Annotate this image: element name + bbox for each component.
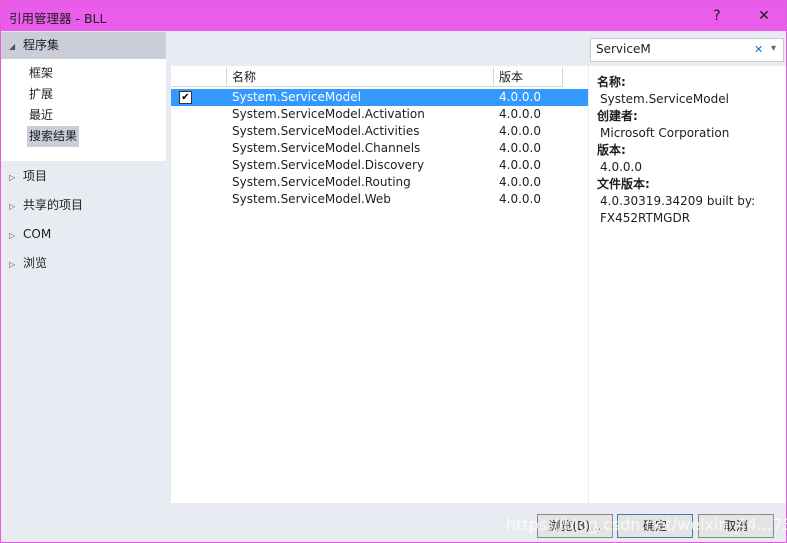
- assembly-name: System.ServiceModel.Activities: [232, 124, 420, 138]
- watermark: https://blog.csdn.net/weixin_44...733: [506, 515, 787, 534]
- table-row[interactable]: System.ServiceModel.Activation 4.0.0.0: [171, 106, 588, 123]
- assembly-version: 4.0.0.0: [499, 192, 541, 206]
- assembly-version: 4.0.0.0: [499, 141, 541, 155]
- detail-name-label: 名称:: [597, 75, 626, 89]
- details-panel: 名称: System.ServiceModel 创建者: Microsoft C…: [589, 66, 786, 503]
- checkbox[interactable]: [179, 123, 191, 135]
- sidebar-item-projects[interactable]: ▷ 项目: [1, 162, 166, 191]
- assembly-name: System.ServiceModel.Activation: [232, 107, 425, 121]
- header-name[interactable]: 名称: [227, 67, 494, 87]
- assembly-version: 4.0.0.0: [499, 90, 541, 104]
- close-button[interactable]: ✕: [753, 5, 775, 27]
- help-button[interactable]: ?: [706, 5, 728, 27]
- sidebar-item-search-results[interactable]: 搜索结果: [27, 126, 80, 147]
- chevron-down-icon[interactable]: ▾: [771, 43, 776, 54]
- table-row[interactable]: System.ServiceModel.Channels 4.0.0.0: [171, 140, 588, 157]
- assembly-table: 名称 版本 ✔ System.ServiceModel 4.0.0.0 System.…: [171, 66, 588, 503]
- table-row[interactable]: System.ServiceModel.Routing 4.0.0.0: [171, 174, 588, 191]
- header-version[interactable]: 版本: [494, 67, 563, 87]
- assembly-version: 4.0.0.0: [499, 124, 541, 138]
- table-row[interactable]: System.ServiceModel.Discovery 4.0.0.0: [171, 157, 588, 174]
- collapsed-triangle-icon: ▷: [9, 231, 16, 240]
- header-checkbox-column[interactable]: [171, 67, 227, 87]
- checkbox-checked[interactable]: ✔: [179, 91, 192, 104]
- assembly-name: System.ServiceModel: [232, 90, 361, 104]
- sidebar-group-assemblies[interactable]: ◢ 程序集: [1, 32, 166, 59]
- assembly-name: System.ServiceModel.Discovery: [232, 158, 425, 172]
- sidebar-item-recent[interactable]: 最近: [27, 105, 55, 126]
- checkbox[interactable]: [179, 140, 191, 152]
- checkbox[interactable]: [179, 157, 191, 169]
- expanded-triangle-icon: ◢: [9, 42, 16, 51]
- search-input[interactable]: ServiceM ✕ ▾: [590, 38, 784, 62]
- clear-search-icon[interactable]: ✕: [754, 43, 763, 56]
- category-label: 共享的项目: [23, 198, 84, 212]
- assembly-version: 4.0.0.0: [499, 175, 541, 189]
- collapsed-triangle-icon: ▷: [9, 202, 16, 211]
- detail-version-label: 版本:: [597, 143, 626, 157]
- checkbox[interactable]: [179, 174, 191, 186]
- detail-version: 4.0.0.0: [600, 160, 642, 174]
- detail-file-version-label: 文件版本:: [597, 177, 650, 191]
- category-label: COM: [23, 227, 52, 241]
- checkbox[interactable]: [179, 191, 191, 203]
- assembly-name: System.ServiceModel.Web: [232, 192, 391, 206]
- title-bar: 引用管理器 - BLL ? ✕: [1, 1, 786, 31]
- sidebar-item-extensions[interactable]: 扩展: [27, 84, 55, 105]
- table-row[interactable]: System.ServiceModel.Web 4.0.0.0: [171, 191, 588, 208]
- detail-creator-label: 创建者:: [597, 109, 638, 123]
- assembly-version: 4.0.0.0: [499, 107, 541, 121]
- sidebar-item-framework[interactable]: 框架: [27, 63, 55, 84]
- detail-name: System.ServiceModel: [600, 92, 729, 106]
- sidebar-item-com[interactable]: ▷ COM: [1, 220, 166, 249]
- category-label: 项目: [23, 169, 48, 183]
- table-row[interactable]: System.ServiceModel.Activities 4.0.0.0: [171, 123, 588, 140]
- sidebar-item-browse[interactable]: ▷ 浏览: [1, 249, 166, 278]
- search-value: ServiceM: [596, 42, 651, 56]
- sidebar: ◢ 程序集 框架 扩展 最近 搜索结果 ▷ 项目 ▷ 共享的项目 ▷ COM ▷ 浏览: [1, 32, 166, 278]
- collapsed-triangle-icon: ▷: [9, 173, 16, 182]
- group-label: 程序集: [23, 38, 60, 52]
- assembly-version: 4.0.0.0: [499, 158, 541, 172]
- collapsed-triangle-icon: ▷: [9, 260, 16, 269]
- category-label: 浏览: [23, 256, 48, 270]
- detail-file-version-build: FX452RTMGDR: [600, 211, 691, 225]
- reference-manager-window: 引用管理器 - BLL ? ✕ ◢ 程序集 框架 扩展 最近 搜索结果 ▷ 项目 ▷…: [0, 0, 787, 543]
- detail-creator: Microsoft Corporation: [600, 126, 730, 140]
- assembly-name: System.ServiceModel.Routing: [232, 175, 411, 189]
- assembly-name: System.ServiceModel.Channels: [232, 141, 421, 155]
- sidebar-item-shared-projects[interactable]: ▷ 共享的项目: [1, 191, 166, 220]
- table-row[interactable]: ✔ System.ServiceModel 4.0.0.0: [171, 89, 588, 106]
- window-title: 引用管理器 - BLL: [9, 11, 107, 26]
- checkbox[interactable]: [179, 106, 191, 118]
- detail-file-version: 4.0.30319.34209 built by:: [600, 194, 756, 208]
